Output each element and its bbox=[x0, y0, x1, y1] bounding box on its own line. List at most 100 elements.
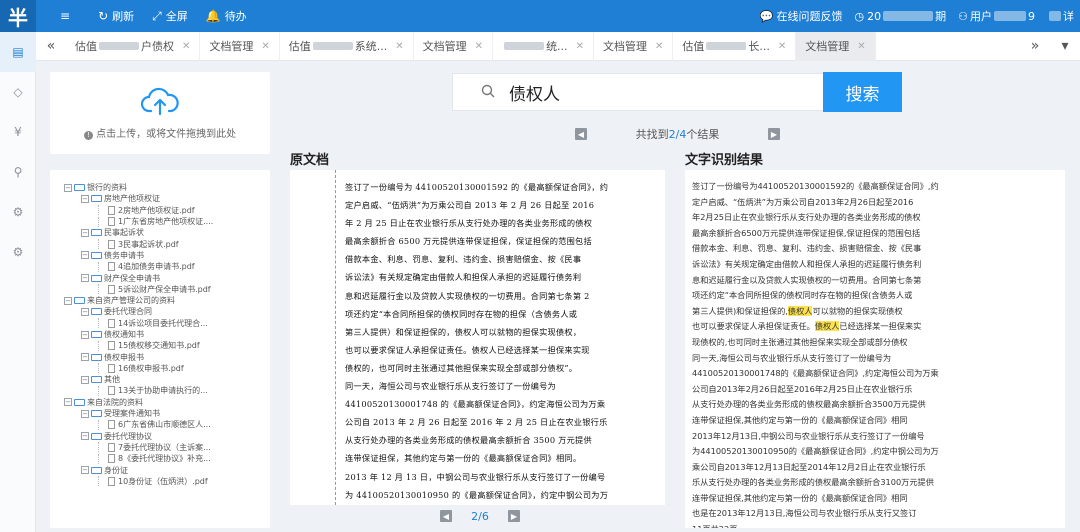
page-total: 6 bbox=[481, 509, 489, 523]
close-icon[interactable]: ✕ bbox=[475, 41, 483, 52]
tree-folder[interactable]: − 受理案件通知书 bbox=[50, 408, 270, 419]
tree-folder[interactable]: − 来自资产管理公司的资料 bbox=[50, 295, 270, 306]
ocr-text-segment: 借款本金、利息、罚息、复利、违约金、损害赔偿金、按《民事 bbox=[692, 243, 922, 254]
search-button[interactable]: 搜索 bbox=[823, 72, 902, 112]
sidebar-item-settings[interactable]: ⚙ bbox=[0, 192, 36, 232]
page-navigator: ◀ 2/6 ▶ bbox=[440, 509, 520, 523]
tab-item[interactable]: 统... ✕ bbox=[493, 31, 594, 61]
tree-folder[interactable]: − 委托代理合同 bbox=[50, 306, 270, 317]
ocr-text-line: 第三人提供)和保证担保的,债权人可以就物的担保实现债权 bbox=[692, 305, 1065, 321]
tree-file[interactable]: 10身份证（伍炳洪）.pdf bbox=[50, 476, 270, 487]
close-icon[interactable]: ✕ bbox=[576, 41, 584, 52]
next-result-button[interactable]: ▶ bbox=[768, 128, 780, 140]
file-icon bbox=[108, 442, 115, 452]
file-icon bbox=[108, 239, 115, 249]
tab-item[interactable]: 估值 系统... ✕ bbox=[280, 31, 414, 61]
collapse-toggle-icon[interactable]: − bbox=[81, 432, 89, 441]
tree-file[interactable]: 7委托代理协议（主诉案... bbox=[50, 442, 270, 453]
tree-folder[interactable]: − 来自法院的资料 bbox=[50, 397, 270, 408]
collapse-toggle-icon[interactable]: − bbox=[81, 353, 89, 362]
tree-folder[interactable]: − 身份证 bbox=[50, 464, 270, 475]
sidebar-item-finance[interactable]: ¥ bbox=[0, 112, 36, 152]
folder-icon bbox=[91, 410, 102, 418]
next-page-button[interactable]: ▶ bbox=[508, 510, 520, 522]
sidebar-item-config[interactable]: ⚙ bbox=[0, 232, 36, 272]
tree-folder[interactable]: − 银行的资料 bbox=[50, 182, 270, 193]
search-input[interactable]: 债权人 bbox=[452, 73, 824, 111]
tree-folder[interactable]: − 债权申报书 bbox=[50, 351, 270, 362]
tree-file[interactable]: 15债权移交通知书.pdf bbox=[50, 340, 270, 351]
tree-file[interactable]: 5诉讼财产保全申请书.pdf bbox=[50, 284, 270, 295]
collapse-toggle-icon[interactable]: − bbox=[81, 228, 89, 237]
tab-item[interactable]: 文档管理 ✕ bbox=[414, 31, 494, 61]
sidebar-item-documents[interactable]: ▤ bbox=[0, 32, 36, 72]
fullscreen-button[interactable]: ⤢ 全屏 bbox=[152, 8, 188, 24]
tree-file[interactable]: 3民事起诉状.pdf bbox=[50, 238, 270, 250]
folder-icon bbox=[91, 274, 102, 282]
collapse-toggle-icon[interactable]: − bbox=[81, 194, 89, 203]
tab-item[interactable]: 估值 户债权 ✕ bbox=[66, 31, 201, 61]
close-icon[interactable]: ✕ bbox=[655, 41, 663, 52]
tab-item[interactable]: 文档管理 ✕ bbox=[200, 31, 280, 61]
collapse-toggle-icon[interactable]: − bbox=[81, 375, 89, 384]
tree-file[interactable]: 6广东省佛山市顺德区人... bbox=[50, 419, 270, 430]
tab-item[interactable]: 文档管理 ✕ bbox=[796, 31, 876, 61]
collapse-toggle-icon[interactable]: − bbox=[81, 466, 89, 475]
tree-file[interactable]: 13关于协助申请执行的... bbox=[50, 385, 270, 396]
tree-file[interactable]: 1广东省房地产他项权证.... bbox=[50, 216, 270, 227]
tree-folder[interactable]: − 其他 bbox=[50, 374, 270, 385]
close-icon[interactable]: ✕ bbox=[857, 41, 865, 52]
close-icon[interactable]: ✕ bbox=[778, 41, 786, 52]
sidebar-item-search[interactable]: ⚲ bbox=[0, 152, 36, 192]
tree-file[interactable]: 2房地产他项权证.pdf bbox=[50, 205, 270, 216]
tree-folder[interactable]: − 财产保全申请书 bbox=[50, 272, 270, 283]
more-menu[interactable]: 详 bbox=[1047, 8, 1074, 24]
sidebar-item-valuation[interactable]: ◇ bbox=[0, 72, 36, 112]
collapse-toggle-icon[interactable]: − bbox=[81, 251, 89, 260]
tree-file[interactable]: 4追加债务申请书.pdf bbox=[50, 261, 270, 272]
tabs-scroll-right-button[interactable]: » bbox=[1020, 38, 1050, 54]
tree-file[interactable]: 14诉讼项目委托代理合... bbox=[50, 318, 270, 329]
refresh-button[interactable]: ↻ 刷新 bbox=[98, 8, 134, 24]
ocr-text-line: 也可以要求保证人承担保证责任。债权人已经选择某一担保来实 bbox=[692, 320, 1065, 336]
tree-file[interactable]: 16债权申报书.pdf bbox=[50, 363, 270, 374]
ocr-text-segment: 年2月25日止在农业银行乐从支行处办理的各类业务形成的债权 bbox=[692, 212, 921, 223]
close-icon[interactable]: ✕ bbox=[395, 41, 403, 52]
feedback-link[interactable]: 💬 在线问题反馈 bbox=[760, 8, 843, 24]
tree-folder[interactable]: − 债务申请书 bbox=[50, 250, 270, 261]
close-icon[interactable]: ✕ bbox=[182, 41, 190, 52]
user-menu[interactable]: ⚇ 用户 9 bbox=[958, 8, 1035, 24]
tree-folder[interactable]: − 债权通知书 bbox=[50, 329, 270, 340]
tree-folder[interactable]: − 委托代理协议 bbox=[50, 431, 270, 442]
chat-icon: 💬 bbox=[759, 9, 774, 23]
collapse-toggle-icon[interactable]: − bbox=[81, 307, 89, 316]
prev-result-button[interactable]: ◀ bbox=[575, 128, 587, 140]
tree-connector bbox=[98, 205, 108, 216]
collapse-toggle-icon[interactable]: − bbox=[64, 296, 72, 305]
tabs-scroll-left-button[interactable]: « bbox=[36, 38, 66, 54]
prev-page-button[interactable]: ◀ bbox=[440, 510, 452, 522]
original-document-text: 签订了一份编号为 44100520130001592 的《最高额保证合同》，约定… bbox=[345, 181, 660, 505]
collapse-toggle-icon[interactable]: − bbox=[64, 398, 72, 407]
tab-item[interactable]: 文档管理 ✕ bbox=[594, 31, 674, 61]
menu-toggle-button[interactable]: ≡ bbox=[60, 9, 74, 23]
close-icon[interactable]: ✕ bbox=[261, 41, 269, 52]
tree-folder[interactable]: − 民事起诉状 bbox=[50, 227, 270, 238]
collapse-toggle-icon[interactable]: − bbox=[81, 409, 89, 418]
tabs-menu-button[interactable]: ▾ bbox=[1050, 38, 1080, 54]
user-suffix: 9 bbox=[1028, 9, 1035, 23]
tree-item-label: 2房地产他项权证.pdf bbox=[118, 205, 195, 215]
tab-item[interactable]: 估值 长... ✕ bbox=[673, 31, 797, 61]
collapse-toggle-icon[interactable]: − bbox=[64, 183, 72, 192]
ocr-text-segment: 项还约定“本合同所担保的债权同时存在物的担保(含债务人或 bbox=[692, 290, 913, 301]
collapse-toggle-icon[interactable]: − bbox=[81, 274, 89, 283]
upload-area[interactable]: ! 点击上传，或将文件拖拽到此处 bbox=[50, 72, 270, 154]
original-document-viewer[interactable]: 签订了一份编号为 44100520130001592 的《最高额保证合同》，约定… bbox=[290, 170, 665, 505]
ocr-result-panel[interactable]: 签订了一份编号为44100520130001592的《最高额保证合同》,约 定户启… bbox=[685, 170, 1065, 528]
collapse-toggle-icon[interactable]: − bbox=[81, 330, 89, 339]
tree-folder[interactable]: − 房地产他项权证 bbox=[50, 193, 270, 204]
todo-button[interactable]: 🔔 待办 bbox=[206, 8, 247, 24]
tree-file[interactable]: 8《委托代理协议》补充... bbox=[50, 453, 270, 464]
original-text-line: 诉讼法》有关规定确定由借款人和担保人承担的迟延履行债务利 bbox=[345, 272, 582, 283]
tree-item-label: 1广东省房地产他项权证.... bbox=[118, 217, 214, 227]
